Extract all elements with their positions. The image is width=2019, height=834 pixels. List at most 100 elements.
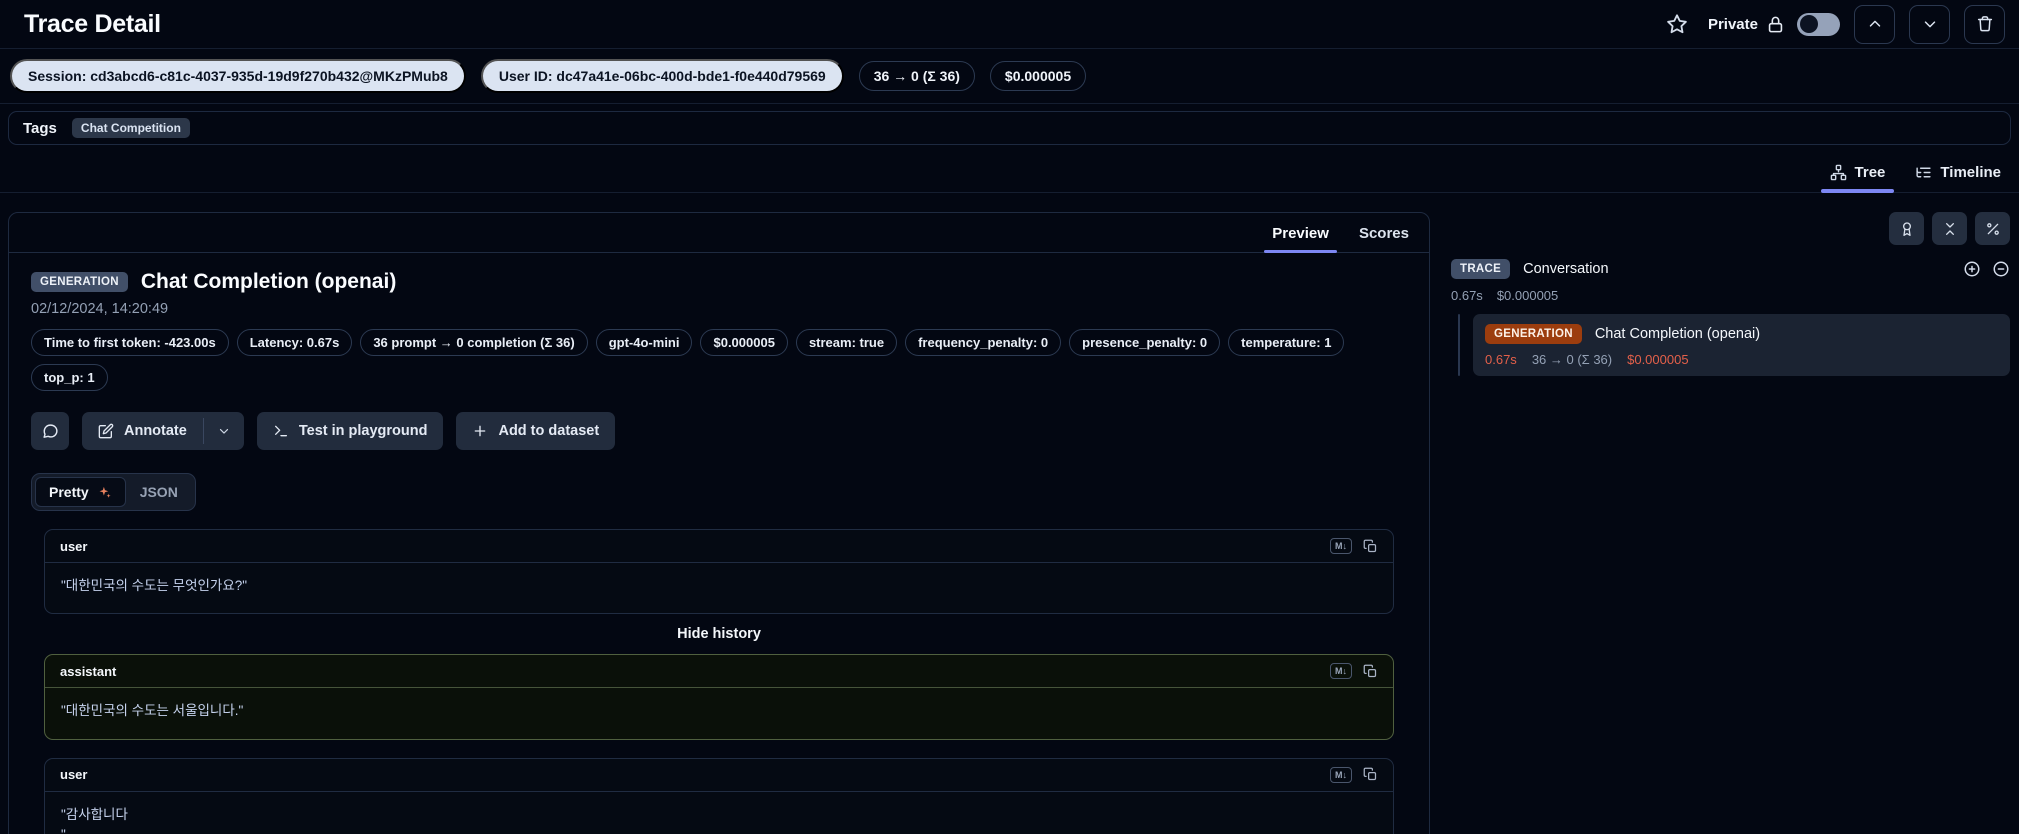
message-tools: M↓ [1330, 538, 1378, 554]
percent-icon [1985, 221, 2001, 237]
action-buttons: Annotate Test in playground Add to datas… [31, 412, 1407, 450]
previous-trace-button[interactable] [1854, 4, 1895, 44]
tab-tree-label: Tree [1854, 164, 1886, 181]
trace-name: Conversation [1523, 261, 1609, 277]
message-header: assistant M↓ [45, 655, 1393, 689]
plus-circle-icon [1963, 260, 1981, 278]
node-usage: 36 → 0 (Σ 36) [1531, 352, 1613, 367]
message-role: user [60, 767, 88, 782]
add-to-dataset-label: Add to dataset [498, 423, 600, 439]
star-icon [1666, 13, 1688, 35]
session-badge[interactable]: Session: cd3abcd6-c81c-4037-935d-19d9f27… [10, 59, 466, 93]
tree-node-row: GENERATION Chat Completion (openai) 0.67… [1451, 314, 2010, 376]
node-latency: 0.67s [1485, 352, 1517, 367]
tag-chip[interactable]: Chat Competition [71, 118, 190, 138]
badge-token-usage: 36 prompt → 0 completion (Σ 36) [360, 329, 588, 356]
copy-icon[interactable] [1363, 539, 1378, 554]
io-format-toggle: Pretty JSON [31, 473, 196, 511]
annotate-split-button: Annotate [82, 412, 244, 450]
award-icon [1899, 221, 1915, 237]
delete-trace-button[interactable] [1964, 4, 2005, 44]
message-tools: M↓ [1330, 766, 1378, 783]
metrics-toggle-button[interactable] [1975, 212, 2010, 245]
observation-badges: Time to first token: -423.00s Latency: 0… [31, 329, 1407, 391]
comment-bubble-icon [42, 423, 59, 440]
message-header: user M↓ [45, 759, 1393, 792]
tab-timeline[interactable]: Timeline [1915, 164, 2001, 192]
timeline-list-icon [1915, 164, 1932, 181]
badge-temperature: temperature: 1 [1228, 329, 1345, 356]
markdown-toggle-icon[interactable]: M↓ [1330, 663, 1352, 680]
observation-body: GENERATION Chat Completion (openai) 02/1… [9, 253, 1429, 834]
next-trace-button[interactable] [1909, 4, 1950, 44]
bookmark-star-button[interactable] [1666, 13, 1688, 35]
observation-header: GENERATION Chat Completion (openai) [31, 270, 1407, 294]
badge-latency: Latency: 0.67s [236, 329, 353, 356]
node-title: Chat Completion (openai) [1594, 326, 1761, 342]
message-header: user M↓ [45, 530, 1393, 563]
hide-history-button[interactable]: Hide history [44, 626, 1394, 642]
copy-icon[interactable] [1363, 767, 1378, 782]
comments-button[interactable] [31, 412, 69, 450]
markdown-toggle-icon[interactable]: M↓ [1330, 538, 1352, 554]
tags-label: Tags [23, 119, 57, 137]
badge-time-to-first-token: Time to first token: -423.00s [31, 329, 229, 356]
plus-icon [472, 423, 488, 439]
observation-detail-card: Preview Scores GENERATION Chat Completio… [8, 212, 1430, 834]
tree-toolbar [1451, 212, 2010, 245]
panel-tabs: Preview Scores [9, 213, 1429, 253]
chevrons-down-up-icon [1942, 221, 1958, 237]
visibility-control: Private [1707, 12, 1840, 36]
tab-tree[interactable]: Tree [1820, 164, 1895, 193]
tags-bar[interactable]: Tags Chat Competition [8, 111, 2011, 145]
markdown-toggle-icon[interactable]: M↓ [1330, 766, 1352, 783]
badge-frequency-penalty: frequency_penalty: 0 [905, 329, 1062, 356]
total-cost-badge: $0.000005 [989, 61, 1087, 91]
trace-zoom-controls [1963, 260, 2010, 278]
pretty-label: Pretty [49, 484, 89, 500]
chevron-down-icon [217, 424, 231, 438]
scores-toggle-button[interactable] [1889, 212, 1924, 245]
generation-node-selected[interactable]: GENERATION Chat Completion (openai) 0.67… [1473, 314, 2010, 376]
tree-icon [1830, 164, 1847, 181]
collapse-node-button[interactable] [1992, 260, 2010, 278]
tree-guide-line [1458, 314, 1460, 376]
message-role: assistant [60, 663, 117, 679]
toggle-knob [1800, 15, 1818, 33]
message-tools: M↓ [1330, 663, 1378, 680]
badge-model[interactable]: gpt-4o-mini [595, 329, 693, 356]
tab-preview[interactable]: Preview [1264, 225, 1337, 253]
message-content: "감사합니다 " [61, 806, 128, 834]
add-to-dataset-button[interactable]: Add to dataset [456, 412, 616, 450]
privacy-label: Private [1707, 15, 1758, 33]
pretty-toggle[interactable]: Pretty [35, 477, 126, 507]
public-toggle[interactable] [1797, 12, 1840, 36]
trace-meta-row: Session: cd3abcd6-c81c-4037-935d-19d9f27… [0, 49, 2019, 104]
message-content: "대한민국의 수도는 무엇인가요?" [61, 578, 248, 593]
tab-scores[interactable]: Scores [1359, 225, 1409, 252]
trace-root-row[interactable]: TRACE Conversation [1451, 259, 2010, 279]
json-toggle[interactable]: JSON [126, 477, 192, 507]
user-id-badge[interactable]: User ID: dc47a41e-06bc-400d-bde1-f0e440d… [480, 59, 844, 93]
trace-tree-panel: TRACE Conversation 0.67s $0.000005 GENER… [1430, 212, 2010, 376]
playground-button[interactable]: Test in playground [256, 412, 444, 450]
badge-stream: stream: true [795, 329, 898, 356]
json-label: JSON [139, 484, 178, 500]
page-title: Trace Detail [24, 9, 161, 38]
token-usage-badge: 36 → 0 (Σ 36) [858, 61, 975, 91]
message-content: "대한민국의 수도는 서울입니다." [61, 703, 244, 719]
node-metrics: 0.67s 36 → 0 (Σ 36) $0.000005 [1485, 352, 1998, 367]
terminal-icon [273, 423, 289, 439]
tab-timeline-label: Timeline [1940, 164, 2001, 181]
observation-type-badge: GENERATION [31, 272, 128, 292]
badge-top-p: top_p: 1 [31, 364, 108, 391]
trash-icon [1976, 15, 1994, 33]
annotate-button[interactable]: Annotate [82, 412, 203, 450]
annotate-dropdown-button[interactable] [204, 412, 244, 450]
expand-node-button[interactable] [1963, 260, 1981, 278]
message-role: user [60, 538, 88, 554]
copy-icon[interactable] [1363, 664, 1378, 679]
collapse-all-button[interactable] [1932, 212, 1967, 245]
message-card-user-1: user M↓ "대한민국의 수도는 무엇인가요?" [44, 529, 1394, 615]
observation-title: Chat Completion (openai) [140, 270, 397, 293]
